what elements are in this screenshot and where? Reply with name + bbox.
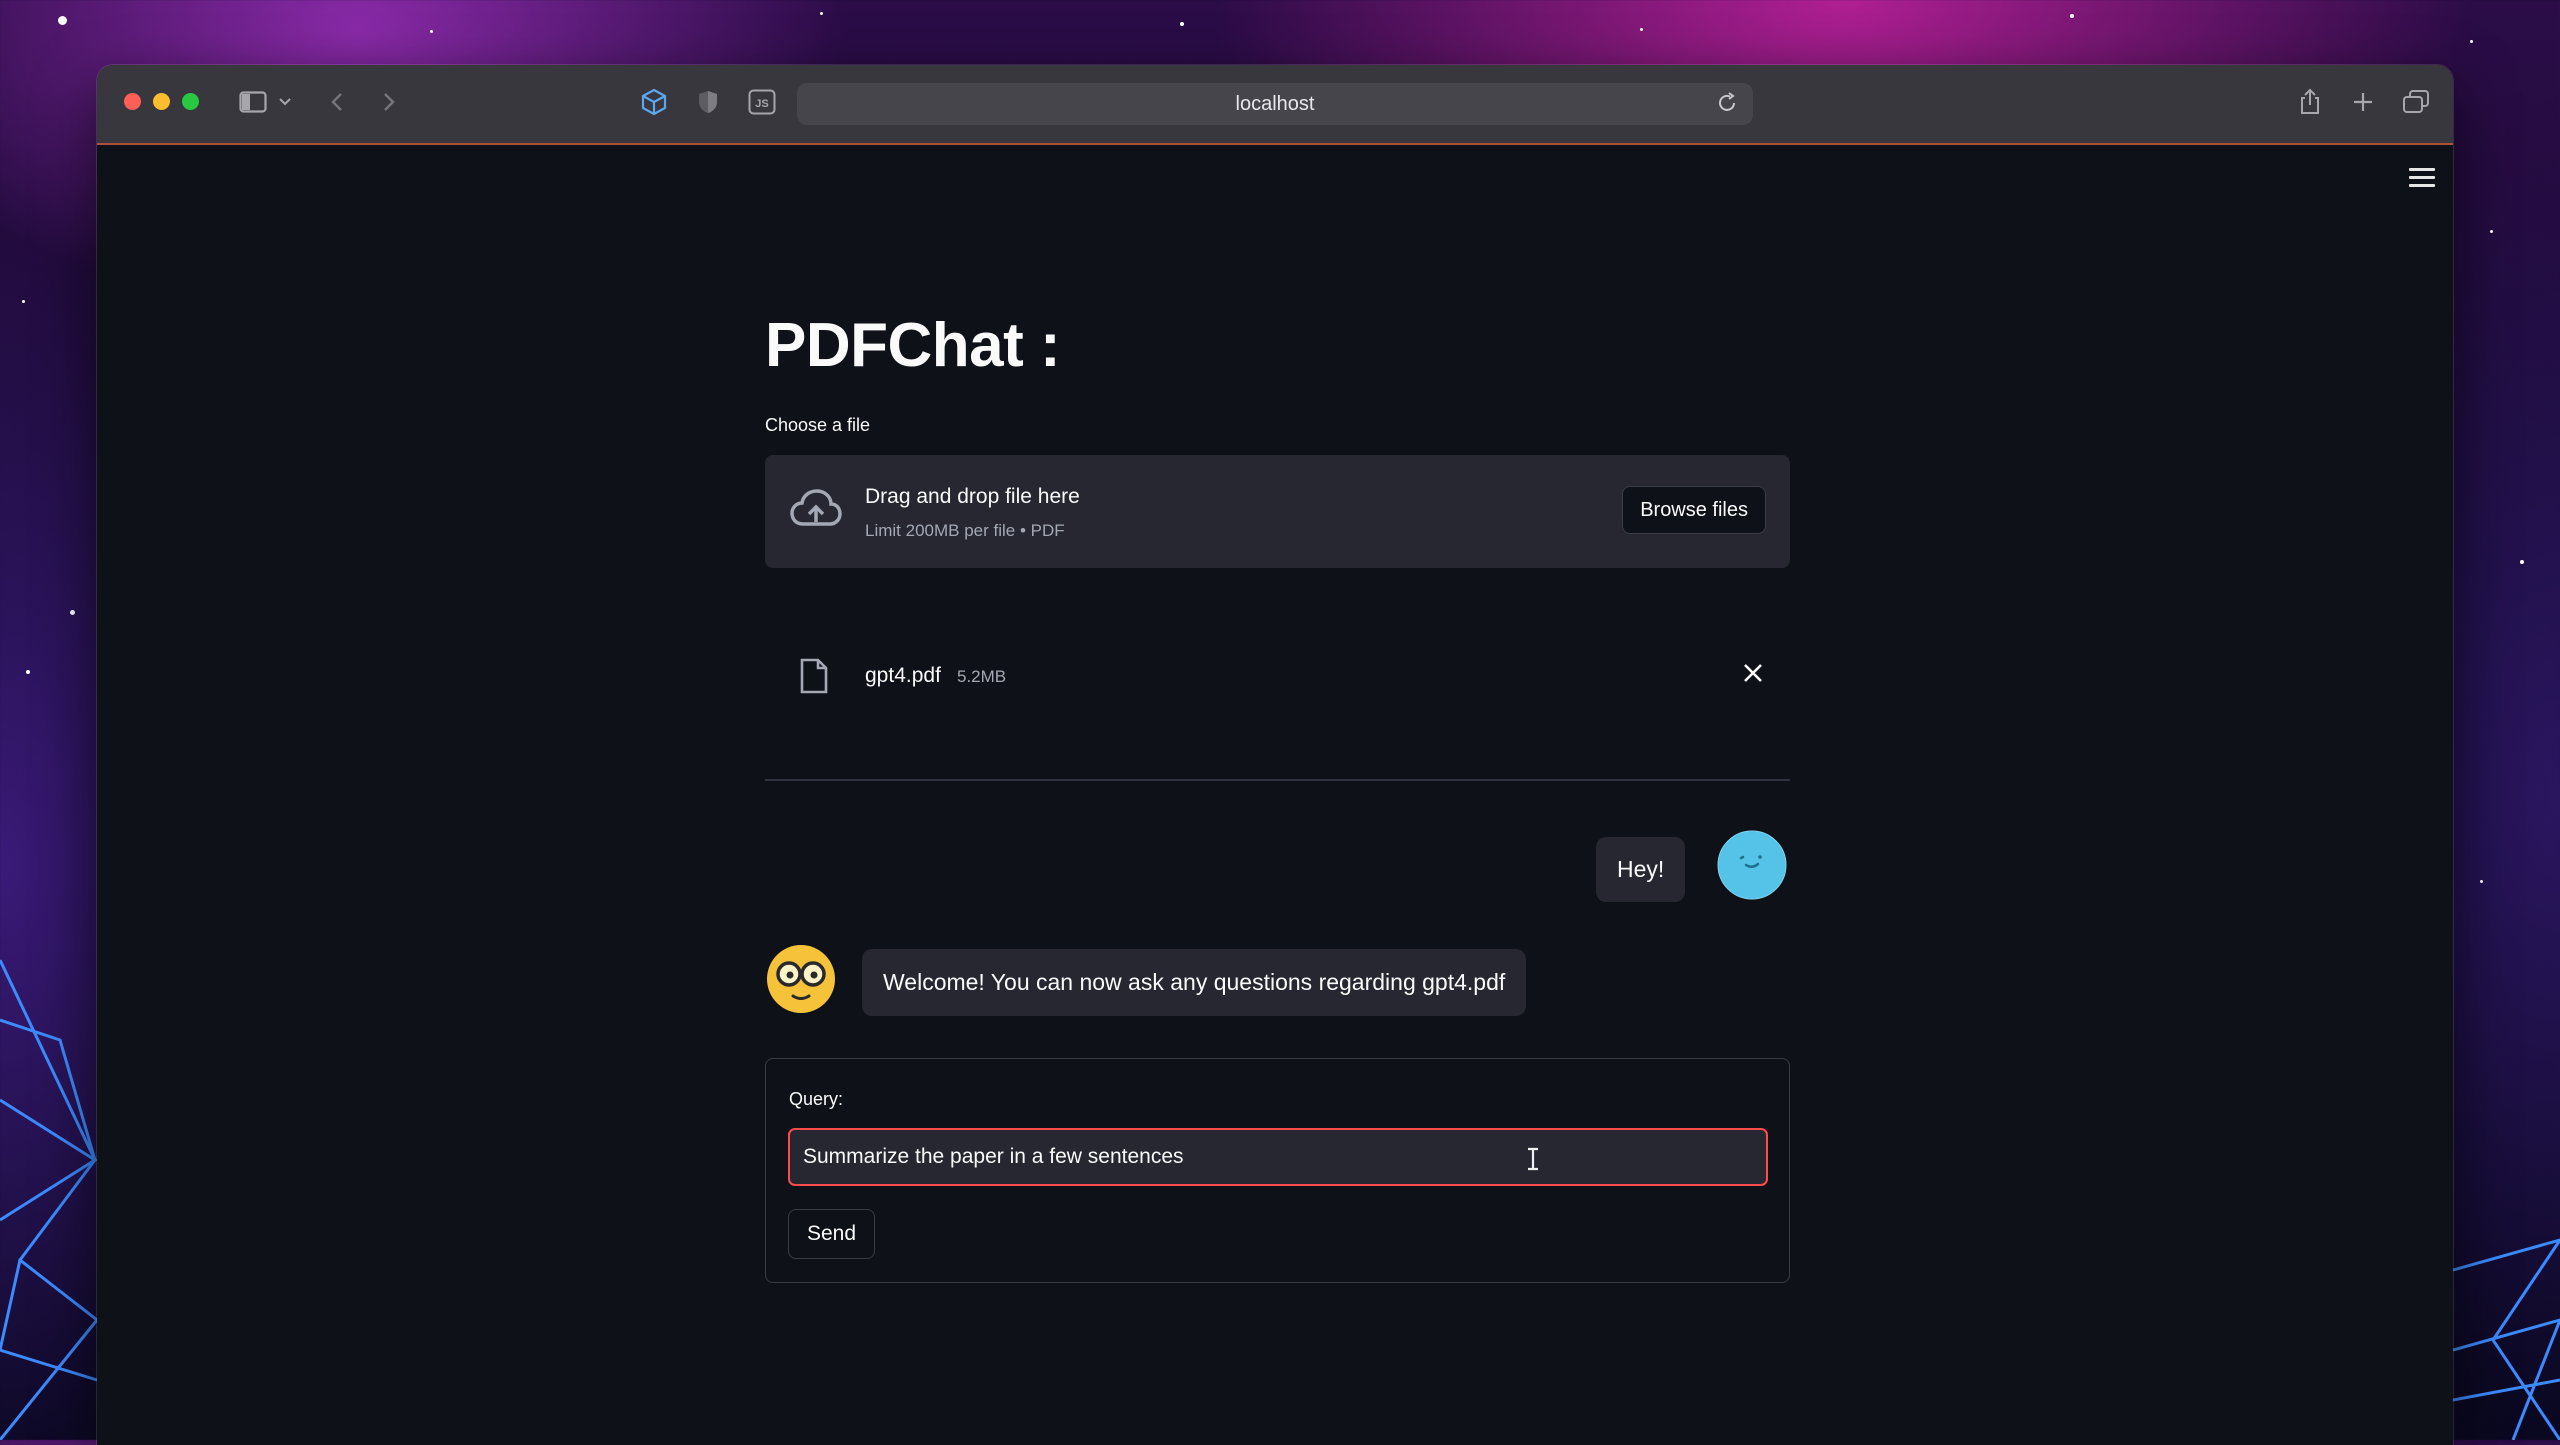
zoom-window-button[interactable]: [182, 93, 199, 110]
star: [1180, 22, 1184, 26]
js-extension-icon[interactable]: JS: [745, 85, 779, 119]
reload-icon[interactable]: [1715, 91, 1739, 121]
sidebar-icon[interactable]: [236, 85, 270, 119]
hamburger-menu-icon[interactable]: [2409, 168, 2435, 192]
query-input[interactable]: [788, 1128, 1768, 1186]
uploader-label: Choose a file: [765, 415, 871, 435]
dropzone-title: Drag and drop file here: [865, 485, 1080, 508]
user-message-bubble: Hey!: [1596, 837, 1686, 902]
star: [2070, 14, 2074, 18]
shield-extension-icon[interactable]: [691, 85, 725, 119]
file-name: gpt4.pdf: [865, 664, 941, 687]
uploaded-file-row: gpt4.pdf 5.2MB: [765, 648, 1790, 704]
user-avatar: [1717, 830, 1787, 900]
star: [2470, 40, 2473, 43]
divider: [765, 779, 1790, 781]
file-size: 5.2MB: [957, 667, 1007, 686]
wireframe-decoration-left: [0, 959, 100, 1440]
star: [26, 670, 30, 674]
minimize-window-button[interactable]: [153, 93, 170, 110]
cloud-upload-icon: [789, 488, 843, 539]
close-window-button[interactable]: [124, 93, 141, 110]
url-text: localhost: [1235, 92, 1315, 115]
address-bar[interactable]: localhost: [797, 83, 1753, 125]
text-cursor-icon: [1526, 1147, 1540, 1176]
share-icon[interactable]: [2293, 85, 2327, 119]
send-button[interactable]: Send: [788, 1209, 876, 1259]
forward-icon[interactable]: [377, 85, 401, 119]
star: [70, 610, 75, 615]
star: [430, 30, 433, 33]
new-tab-icon[interactable]: [2346, 85, 2380, 119]
star: [2490, 230, 2493, 233]
tab-overview-icon[interactable]: [2399, 85, 2433, 119]
bot-avatar: [765, 943, 837, 1015]
star: [820, 12, 823, 15]
cube-extension-icon[interactable]: [637, 85, 671, 119]
browser-window: JS localhost PDFChat : Choose a file Dra…: [97, 65, 2453, 1445]
chevron-down-icon[interactable]: [277, 85, 293, 119]
bot-message-bubble: Welcome! You can now ask any questions r…: [862, 949, 1527, 1016]
file-dropzone[interactable]: Drag and drop file here Limit 200MB per …: [765, 455, 1790, 568]
dropzone-limit: Limit 200MB per file • PDF: [865, 521, 1065, 540]
file-icon: [799, 658, 829, 699]
wireframe-decoration-right: [2453, 1238, 2560, 1440]
browser-toolbar: JS localhost: [97, 65, 2453, 145]
star: [2520, 560, 2524, 564]
query-label: Query:: [789, 1089, 844, 1109]
back-icon[interactable]: [325, 85, 349, 119]
star: [2480, 880, 2483, 883]
star: [22, 300, 25, 303]
star: [1640, 28, 1643, 31]
page-title: PDFChat :: [765, 311, 1061, 380]
close-icon[interactable]: [1742, 662, 1764, 689]
star: [58, 16, 67, 25]
browse-files-button[interactable]: Browse files: [1622, 486, 1766, 534]
query-form: Query: Send: [765, 1058, 1790, 1283]
svg-text:JS: JS: [755, 98, 768, 110]
